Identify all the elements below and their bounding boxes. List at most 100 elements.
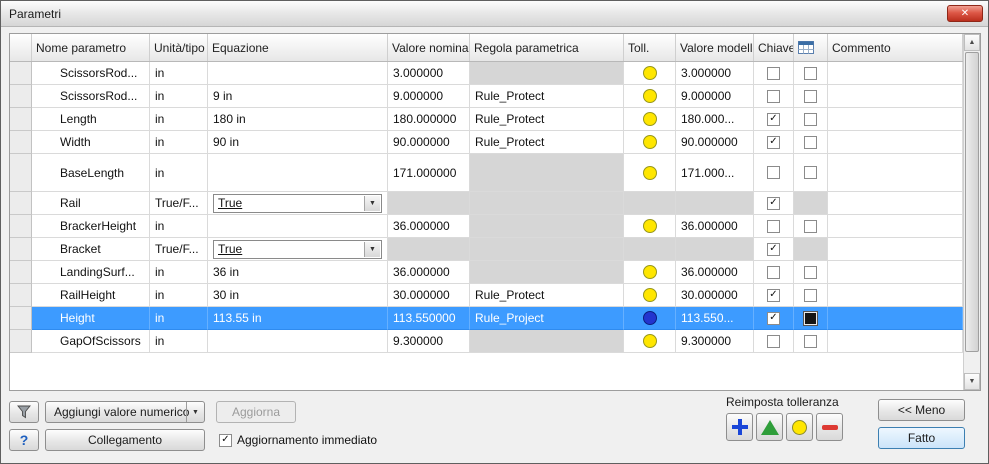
header-unit[interactable]: Unità/tipo — [150, 34, 208, 61]
table-row[interactable]: Length in 180 in 180.000000 Rule_Protect 180.… — [10, 108, 963, 131]
key-checkbox[interactable] — [767, 265, 780, 279]
equation-dropdown[interactable]: True ▼ — [213, 239, 382, 259]
export-checkbox[interactable] — [804, 288, 817, 302]
tolerance-circle-button[interactable] — [786, 413, 813, 441]
row-selector[interactable] — [10, 238, 32, 261]
update-button[interactable]: Aggiorna — [216, 401, 296, 423]
row-selector[interactable] — [10, 85, 32, 108]
cell-toll[interactable] — [624, 261, 676, 284]
export-checkbox[interactable] — [803, 310, 818, 326]
cell-name[interactable]: ScissorsRod... — [32, 62, 150, 85]
cell-key[interactable] — [754, 85, 794, 108]
cell-comment[interactable] — [828, 238, 963, 261]
tolerance-triangle-button[interactable] — [756, 413, 783, 441]
cell-name[interactable]: Length — [32, 108, 150, 131]
export-checkbox[interactable] — [804, 334, 817, 348]
table-row[interactable]: Rail True/F... True ▼ ✓ — [10, 192, 963, 215]
cell-comment[interactable] — [828, 154, 963, 192]
row-selector[interactable] — [10, 261, 32, 284]
scroll-up-button[interactable]: ▲ — [964, 34, 980, 51]
export-checkbox[interactable] — [804, 166, 817, 179]
cell-toll[interactable] — [624, 215, 676, 238]
cell-export[interactable] — [794, 284, 828, 307]
cell-toll[interactable] — [624, 238, 676, 261]
header-rule[interactable]: Regola parametrica — [470, 34, 624, 61]
cell-name[interactable]: BrackerHeight — [32, 215, 150, 238]
cell-toll[interactable] — [624, 85, 676, 108]
filter-button[interactable] — [9, 401, 39, 423]
export-checkbox[interactable] — [804, 219, 817, 233]
cell-toll[interactable] — [624, 62, 676, 85]
key-checkbox[interactable] — [767, 89, 780, 103]
cell-export[interactable] — [794, 215, 828, 238]
tolerance-indicator-yellow[interactable] — [642, 89, 657, 103]
table-row[interactable]: ScissorsRod... in 3.000000 3.000000 — [10, 62, 963, 85]
cell-key[interactable] — [754, 215, 794, 238]
tolerance-indicator-yellow[interactable] — [642, 288, 657, 302]
key-checkbox[interactable]: ✓ — [767, 242, 780, 256]
cell-equation[interactable]: True ▼ — [208, 192, 388, 215]
cell-name[interactable]: RailHeight — [32, 284, 150, 307]
cell-comment[interactable] — [828, 307, 963, 330]
cell-comment[interactable] — [828, 284, 963, 307]
key-checkbox[interactable] — [767, 66, 780, 80]
header-export[interactable] — [794, 34, 828, 61]
cell-key[interactable]: ✓ — [754, 238, 794, 261]
less-button[interactable]: << Meno — [878, 399, 965, 421]
immediate-update-checkbox[interactable]: ✓ — [219, 433, 232, 447]
table-row[interactable]: Bracket True/F... True ▼ ✓ — [10, 238, 963, 261]
key-checkbox[interactable]: ✓ — [767, 135, 780, 149]
cell-name[interactable]: LandingSurf... — [32, 261, 150, 284]
cell-equation[interactable] — [208, 62, 388, 85]
key-checkbox[interactable]: ✓ — [767, 196, 780, 210]
cell-equation[interactable] — [208, 215, 388, 238]
export-checkbox[interactable] — [804, 112, 817, 126]
header-equation[interactable]: Equazione — [208, 34, 388, 61]
cell-export[interactable] — [794, 85, 828, 108]
cell-export[interactable] — [794, 131, 828, 154]
cell-export[interactable] — [794, 330, 828, 353]
key-checkbox[interactable] — [767, 219, 780, 233]
header-comment[interactable]: Commento — [828, 34, 963, 61]
row-selector[interactable] — [10, 284, 32, 307]
chevron-down-icon[interactable]: ▼ — [364, 195, 380, 211]
tolerance-indicator-yellow[interactable] — [642, 265, 657, 279]
cell-comment[interactable] — [828, 261, 963, 284]
cell-export[interactable] — [794, 154, 828, 192]
tolerance-indicator-blue[interactable] — [642, 311, 657, 325]
table-row[interactable]: BrackerHeight in 36.000000 36.000000 — [10, 215, 963, 238]
cell-toll[interactable] — [624, 192, 676, 215]
cell-equation[interactable]: 180 in — [208, 108, 388, 131]
header-name[interactable]: Nome parametro — [32, 34, 150, 61]
cell-name[interactable]: BaseLength — [32, 154, 150, 192]
key-checkbox[interactable] — [767, 166, 780, 179]
row-selector[interactable] — [10, 62, 32, 85]
title-bar[interactable]: Parametri ✕ — [1, 1, 988, 27]
table-row[interactable]: LandingSurf... in 36 in 36.000000 36.000000 — [10, 261, 963, 284]
help-button[interactable]: ? — [9, 429, 39, 451]
row-selector[interactable] — [10, 131, 32, 154]
scrollbar-thumb[interactable] — [965, 52, 979, 352]
cell-comment[interactable] — [828, 330, 963, 353]
tolerance-indicator-yellow[interactable] — [642, 112, 657, 126]
tolerance-indicator-yellow[interactable] — [642, 165, 657, 180]
cell-export[interactable] — [794, 192, 828, 215]
cell-name[interactable]: Height — [32, 307, 150, 330]
tolerance-indicator-yellow[interactable] — [642, 219, 657, 233]
row-selector[interactable] — [10, 108, 32, 131]
cell-key[interactable]: ✓ — [754, 192, 794, 215]
cell-export[interactable] — [794, 62, 828, 85]
link-button[interactable]: Collegamento — [45, 429, 205, 451]
tolerance-minus-button[interactable] — [816, 413, 843, 441]
cell-equation[interactable]: 36 in — [208, 261, 388, 284]
row-selector[interactable] — [10, 307, 32, 330]
cell-name[interactable]: Rail — [32, 192, 150, 215]
table-row[interactable]: Width in 90 in 90.000000 Rule_Protect 90.0000… — [10, 131, 963, 154]
cell-comment[interactable] — [828, 215, 963, 238]
cell-equation[interactable]: 9 in — [208, 85, 388, 108]
export-checkbox[interactable] — [804, 89, 817, 103]
header-selector[interactable] — [10, 34, 32, 61]
table-row[interactable]: Height in 113.55 in 113.550000 Rule_Project 1… — [10, 307, 963, 330]
cell-comment[interactable] — [828, 131, 963, 154]
immediate-update-checkbox-group[interactable]: ✓ Aggiornamento immediato — [219, 433, 377, 447]
